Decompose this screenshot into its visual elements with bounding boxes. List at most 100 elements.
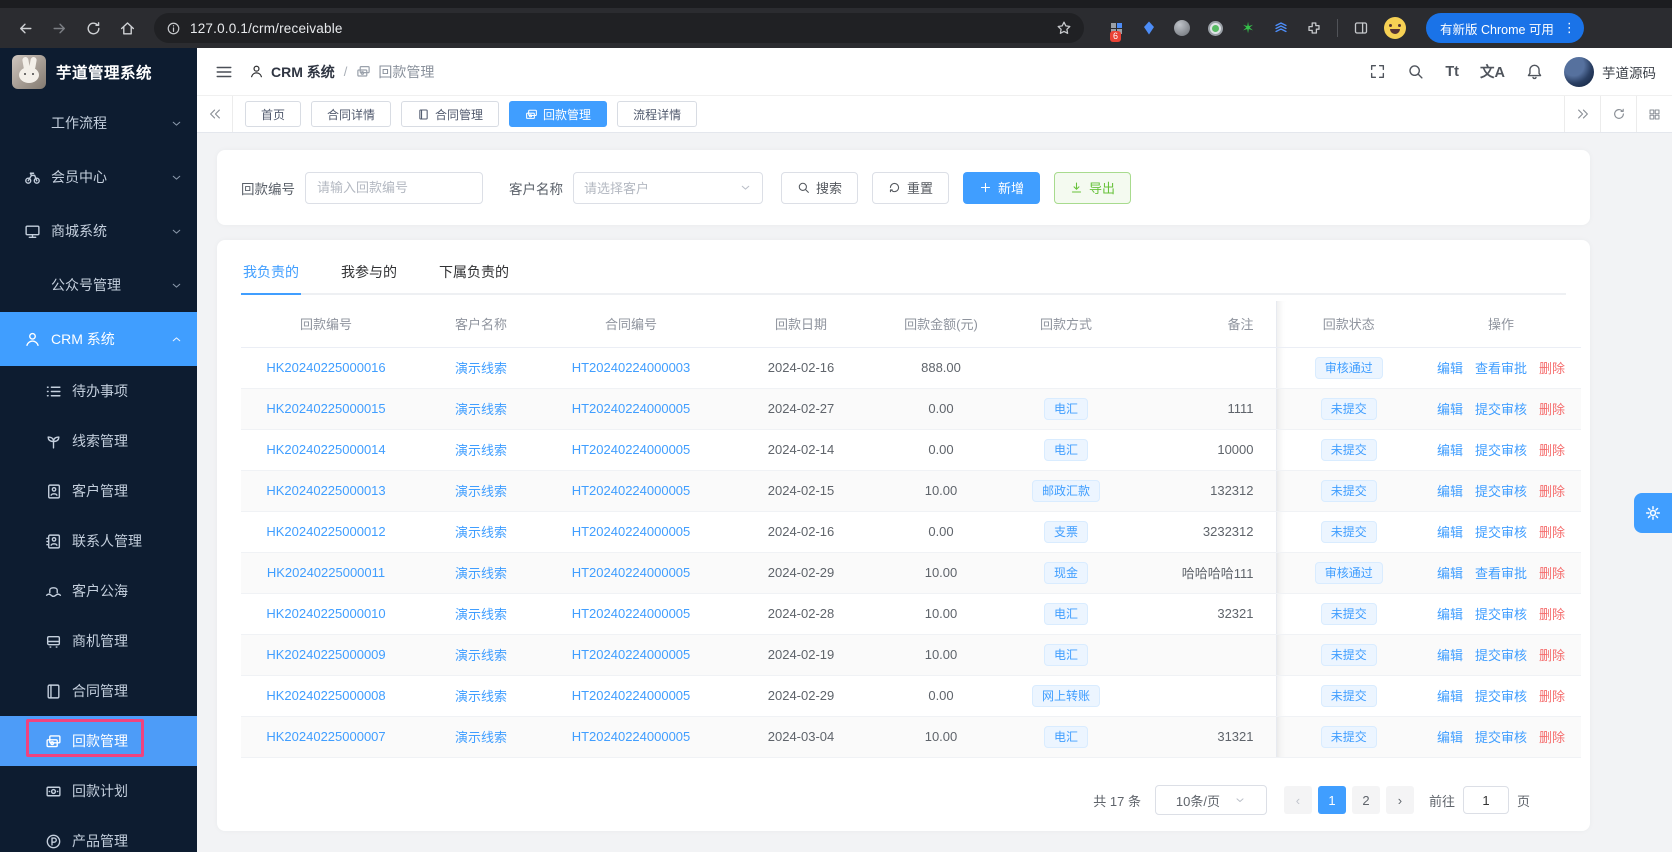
action-edit-link[interactable]: 编辑 xyxy=(1437,402,1463,417)
action-delete-link[interactable]: 删除 xyxy=(1539,361,1565,376)
action-edit-link[interactable]: 编辑 xyxy=(1437,566,1463,581)
tab-合同管理[interactable]: 合同管理 xyxy=(401,101,500,127)
tab-流程详情[interactable]: 流程详情 xyxy=(617,101,698,127)
receivable-no-input[interactable] xyxy=(305,171,483,204)
contract-link[interactable]: HT20240224000005 xyxy=(572,442,691,457)
receivable-no-link[interactable]: HK20240225000012 xyxy=(266,524,385,539)
action-submit-review-link[interactable]: 提交审核 xyxy=(1475,525,1527,540)
profile-avatar[interactable] xyxy=(1384,17,1406,39)
customer-link[interactable]: 演示线索 xyxy=(455,402,507,417)
action-delete-link[interactable]: 删除 xyxy=(1539,402,1565,417)
sidebar-item-mall[interactable]: 商城系统 xyxy=(0,204,197,258)
tab-合同详情[interactable]: 合同详情 xyxy=(311,101,392,127)
action-view-approval-link[interactable]: 查看审批 xyxy=(1475,566,1527,581)
sidebar-item-公众号管理[interactable]: 公众号管理 xyxy=(0,258,197,312)
scope-tab-下属负责的[interactable]: 下属负责的 xyxy=(437,250,511,295)
theme-settings-button[interactable] xyxy=(1634,493,1672,533)
chrome-update-button[interactable]: 有新版 Chrome 可用 ⋮ xyxy=(1426,13,1584,43)
fullscreen-button[interactable] xyxy=(1369,63,1386,80)
scope-tab-我负责的[interactable]: 我负责的 xyxy=(241,250,301,295)
notification-button[interactable] xyxy=(1526,63,1543,80)
page-size-select[interactable]: 10条/页 xyxy=(1154,785,1267,815)
action-delete-link[interactable]: 删除 xyxy=(1539,689,1565,704)
extension-icon-layers[interactable] xyxy=(1271,18,1291,38)
contract-link[interactable]: HT20240224000005 xyxy=(572,647,691,662)
contract-link[interactable]: HT20240224000005 xyxy=(572,401,691,416)
sidebar-item-todo[interactable]: 待办事项 xyxy=(0,366,197,416)
contract-link[interactable]: HT20240224000005 xyxy=(572,729,691,744)
receivable-no-link[interactable]: HK20240225000013 xyxy=(266,483,385,498)
receivable-no-link[interactable]: HK20240225000007 xyxy=(266,729,385,744)
customer-link[interactable]: 演示线索 xyxy=(455,484,507,499)
action-view-approval-link[interactable]: 查看审批 xyxy=(1475,361,1527,376)
sidebar-item-member[interactable]: 会员中心 xyxy=(0,150,197,204)
action-edit-link[interactable]: 编辑 xyxy=(1437,648,1463,663)
tags-scroll-right-button[interactable] xyxy=(1564,96,1600,132)
side-panel-button[interactable] xyxy=(1351,18,1371,38)
action-submit-review-link[interactable]: 提交审核 xyxy=(1475,484,1527,499)
contract-link[interactable]: HT20240224000005 xyxy=(572,606,691,621)
action-delete-link[interactable]: 删除 xyxy=(1539,443,1565,458)
collapse-menu-button[interactable] xyxy=(215,63,233,81)
sidebar-item-business[interactable]: 商机管理 xyxy=(0,616,197,666)
receivable-no-link[interactable]: HK20240225000010 xyxy=(266,606,385,621)
sidebar-item-pool[interactable]: 客户公海 xyxy=(0,566,197,616)
browser-back-button[interactable] xyxy=(12,15,38,41)
action-edit-link[interactable]: 编辑 xyxy=(1437,484,1463,499)
receivable-no-link[interactable]: HK20240225000008 xyxy=(266,688,385,703)
sidebar-item-customer[interactable]: 客户管理 xyxy=(0,466,197,516)
add-button[interactable]: 新增 xyxy=(963,171,1041,204)
receivable-no-link[interactable]: HK20240225000011 xyxy=(267,565,385,580)
extension-icon-green-star[interactable]: ✶ xyxy=(1238,18,1258,38)
action-delete-link[interactable]: 删除 xyxy=(1539,566,1565,581)
search-button[interactable] xyxy=(1407,63,1424,80)
extension-icon-green-dot[interactable] xyxy=(1205,18,1225,38)
sidebar-item-user[interactable]: CRM 系统 xyxy=(0,312,197,366)
extension-icon-kite[interactable] xyxy=(1139,18,1159,38)
user-menu[interactable]: 芋道源码 xyxy=(1564,56,1656,87)
tags-layout-button[interactable] xyxy=(1636,96,1672,132)
action-edit-link[interactable]: 编辑 xyxy=(1437,689,1463,704)
contract-link[interactable]: HT20240224000005 xyxy=(572,524,691,539)
contract-link[interactable]: HT20240224000005 xyxy=(572,565,691,580)
sidebar-item-工作流程[interactable]: 工作流程 xyxy=(0,96,197,150)
app-logo[interactable]: 芋道管理系统 xyxy=(0,48,197,96)
customer-link[interactable]: 演示线索 xyxy=(455,361,507,376)
action-edit-link[interactable]: 编辑 xyxy=(1437,525,1463,540)
action-submit-review-link[interactable]: 提交审核 xyxy=(1475,730,1527,745)
receivable-no-link[interactable]: HK20240225000016 xyxy=(266,360,385,375)
next-page-button[interactable]: › xyxy=(1385,786,1414,814)
page-button-2[interactable]: 2 xyxy=(1351,786,1380,814)
action-edit-link[interactable]: 编辑 xyxy=(1437,443,1463,458)
action-edit-link[interactable]: 编辑 xyxy=(1437,730,1463,745)
action-submit-review-link[interactable]: 提交审核 xyxy=(1475,648,1527,663)
sidebar-item-receivable[interactable]: 回款管理 xyxy=(0,716,197,766)
reset-button[interactable]: 重置 xyxy=(872,171,950,204)
tags-scroll-left-button[interactable] xyxy=(197,96,233,132)
breadcrumb-root[interactable]: CRM 系统 xyxy=(271,62,335,82)
contract-link[interactable]: HT20240224000005 xyxy=(572,688,691,703)
customer-link[interactable]: 演示线索 xyxy=(455,648,507,663)
action-delete-link[interactable]: 删除 xyxy=(1539,730,1565,745)
action-submit-review-link[interactable]: 提交审核 xyxy=(1475,443,1527,458)
address-bar[interactable]: 127.0.0.1/crm/receivable xyxy=(154,13,1084,43)
browser-home-button[interactable] xyxy=(114,15,140,41)
action-delete-link[interactable]: 删除 xyxy=(1539,525,1565,540)
receivable-no-link[interactable]: HK20240225000015 xyxy=(266,401,385,416)
action-submit-review-link[interactable]: 提交审核 xyxy=(1475,607,1527,622)
contract-link[interactable]: HT20240224000003 xyxy=(572,360,691,375)
site-info-icon[interactable] xyxy=(166,21,181,36)
sidebar-item-clue[interactable]: 线索管理 xyxy=(0,416,197,466)
customer-link[interactable]: 演示线索 xyxy=(455,525,507,540)
receivable-no-link[interactable]: HK20240225000014 xyxy=(266,442,385,457)
browser-reload-button[interactable] xyxy=(80,15,106,41)
search-submit-button[interactable]: 搜索 xyxy=(781,171,859,204)
customer-link[interactable]: 演示线索 xyxy=(455,566,507,581)
scope-tab-我参与的[interactable]: 我参与的 xyxy=(339,250,399,295)
tab-回款管理[interactable]: 回款管理 xyxy=(509,101,608,127)
action-submit-review-link[interactable]: 提交审核 xyxy=(1475,402,1527,417)
action-delete-link[interactable]: 删除 xyxy=(1539,648,1565,663)
action-submit-review-link[interactable]: 提交审核 xyxy=(1475,689,1527,704)
extension-icon-badged[interactable]: 6 xyxy=(1106,18,1126,42)
customer-link[interactable]: 演示线索 xyxy=(455,607,507,622)
